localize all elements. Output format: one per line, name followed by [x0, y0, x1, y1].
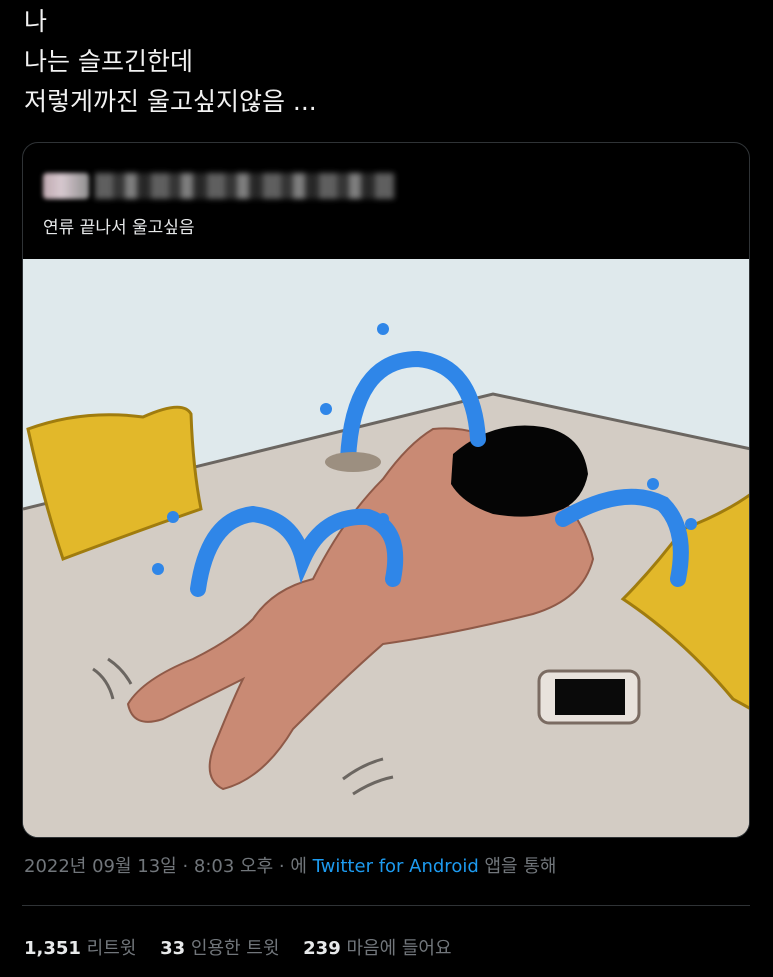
- tweet-line: 나는 슬프긴한데: [24, 47, 193, 76]
- tear-drop: [152, 563, 164, 575]
- source-suffix: 앱을 통해: [484, 856, 557, 877]
- tweet-datetime[interactable]: 2022년 09월 13일 · 8:03 오후 · 에: [24, 856, 307, 877]
- likes-stat[interactable]: 239 마음에 들어요: [303, 938, 451, 959]
- retweets-label: 리트윗: [86, 938, 137, 959]
- tweet-meta: 2022년 09월 13일 · 8:03 오후 · 에 Twitter for …: [24, 852, 556, 878]
- retweets-stat[interactable]: 1,351 리트윗: [24, 938, 136, 959]
- quoted-tweet-text: 연류 끝나서 울고싶음: [43, 218, 195, 238]
- likes-label: 마음에 들어요: [346, 938, 452, 959]
- wet-spot: [325, 452, 381, 472]
- tear-drop: [377, 513, 389, 525]
- crying-person-illustration: [23, 259, 749, 837]
- tear-drop: [685, 518, 697, 530]
- blurred-username[interactable]: [95, 173, 395, 199]
- phone-screen: [555, 679, 625, 715]
- source-link[interactable]: Twitter for Android: [313, 856, 479, 877]
- tear-drop: [647, 478, 659, 490]
- divider: [22, 905, 750, 906]
- retweets-count: 1,351: [24, 938, 81, 959]
- tear-drop: [167, 511, 179, 523]
- quoted-tweet-card[interactable]: 연류 끝나서 울고싶음: [22, 142, 750, 838]
- tweet-line: 나: [24, 7, 48, 36]
- quoted-tweet-header: 연류 끝나서 울고싶음: [23, 143, 749, 259]
- tweet-text: 나 나는 슬프긴한데 저렇게까진 울고싶지않음 ...: [24, 2, 744, 122]
- quotes-label: 인용한 트윗: [190, 938, 280, 959]
- quotes-count: 33: [160, 938, 186, 959]
- tweet-line: 저렇게까진 울고싶지않음 ...: [24, 87, 317, 116]
- tear-drop: [377, 323, 389, 335]
- likes-count: 239: [303, 938, 341, 959]
- quotes-stat[interactable]: 33 인용한 트윗: [160, 938, 279, 959]
- blurred-avatar[interactable]: [43, 173, 89, 199]
- quoted-tweet-image[interactable]: [23, 259, 749, 837]
- tear-drop: [320, 403, 332, 415]
- tweet-stats: 1,351 리트윗 33 인용한 트윗 239 마음에 들어요: [24, 934, 470, 960]
